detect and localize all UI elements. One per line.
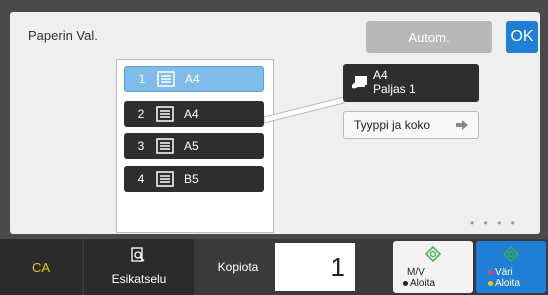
tray-1-button[interactable]: 1 A4 xyxy=(124,66,264,92)
mono-label: M/V xyxy=(407,267,425,278)
color-start-button[interactable]: Väri Aloita xyxy=(476,241,546,293)
mono-start-button[interactable]: M/V Aloita xyxy=(393,241,473,293)
paper-size: A4 xyxy=(373,68,388,82)
mono-start-label: Aloita xyxy=(410,278,436,289)
start-diamond-icon xyxy=(425,246,441,262)
type-and-size-label: Tyyppi ja koko xyxy=(354,118,431,132)
magenta-dot xyxy=(488,269,493,275)
copies-label: Kopiota xyxy=(217,260,259,274)
tray-3-button[interactable]: 3 A5 xyxy=(124,133,264,159)
preview-label: Esikatselu xyxy=(111,272,167,286)
tray-4-button[interactable]: 4 B5 xyxy=(124,166,264,192)
copies-input[interactable]: 1 xyxy=(275,243,355,291)
color-label: Väri xyxy=(495,267,513,278)
arrow-right-icon xyxy=(456,120,468,130)
tray-icon xyxy=(156,106,174,122)
color-start-label: Aloita xyxy=(495,278,521,289)
paper-type: Paljas 1 xyxy=(373,82,416,96)
tray-number: 2 xyxy=(137,107,145,121)
ok-button[interactable]: OK xyxy=(506,21,538,53)
paper-hand-icon xyxy=(352,76,367,89)
tray-number: 3 xyxy=(137,139,145,153)
page-indicator-dots: • • • • xyxy=(470,216,518,230)
yellow-dot xyxy=(488,280,493,286)
tray-icon xyxy=(156,171,174,187)
tray-number: 4 xyxy=(137,172,145,186)
tray-icon xyxy=(157,71,175,87)
tray-size: B5 xyxy=(184,172,199,186)
tray-2-button[interactable]: 2 A4 xyxy=(124,101,264,127)
tray-size: A5 xyxy=(184,139,199,153)
connector-line xyxy=(264,96,345,124)
clear-all-button[interactable]: CA xyxy=(0,239,82,295)
preview-button[interactable]: Esikatselu xyxy=(84,239,194,295)
tray-size: A4 xyxy=(185,72,200,86)
start-diamond-icon xyxy=(503,246,519,262)
black-dot xyxy=(403,280,408,286)
bottom-bar: CA Esikatselu Kopiota 1 M/V Aloita Väri … xyxy=(0,239,548,295)
preview-icon xyxy=(131,247,145,262)
screen: Paperin Val. Autom. OK 1 A4 2 A4 3 A5 4 … xyxy=(0,0,548,295)
selected-paper-info: A4 Paljas 1 xyxy=(343,64,479,102)
tray-number: 1 xyxy=(138,72,146,86)
tray-size: A4 xyxy=(184,107,199,121)
type-and-size-button[interactable]: Tyyppi ja koko xyxy=(343,111,479,139)
page-title: Paperin Val. xyxy=(28,28,98,43)
auto-button[interactable]: Autom. xyxy=(366,21,492,53)
tray-icon xyxy=(156,138,174,154)
